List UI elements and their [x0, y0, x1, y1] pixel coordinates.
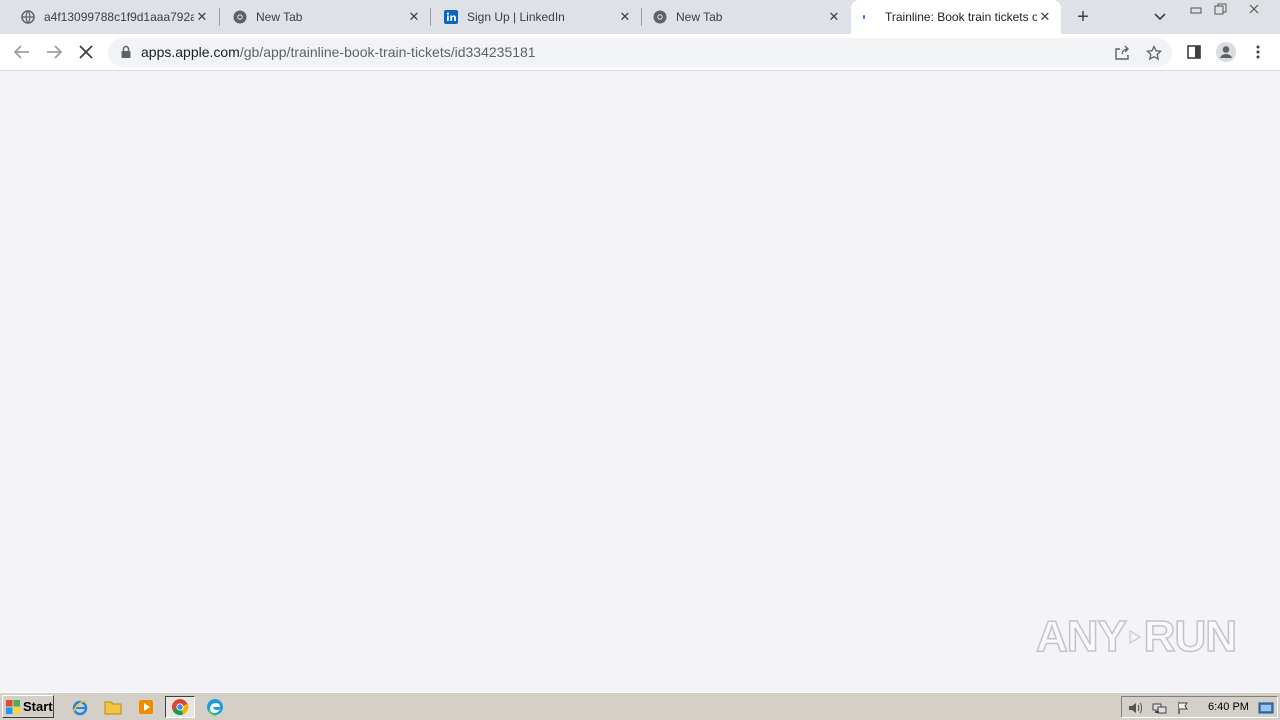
stop-loading-icon[interactable]: [74, 40, 98, 64]
new-tab-button[interactable]: +: [1072, 6, 1094, 28]
windows-taskbar: Start 6:40 PM: [0, 692, 1280, 720]
media-player-icon[interactable]: [134, 696, 158, 718]
close-window-icon[interactable]: [1241, 0, 1267, 18]
taskbar-clock[interactable]: 6:40 PM: [1208, 701, 1249, 713]
chrome-icon: [652, 9, 668, 25]
start-label: Start: [23, 699, 53, 714]
close-tab-icon[interactable]: ✕: [1037, 9, 1053, 25]
browser-toolbar: apps.apple.com/gb/app/trainline-book-tra…: [0, 34, 1280, 71]
anyrun-watermark: ANY RUN: [1035, 605, 1238, 669]
tab-title: Trainline: Book train tickets on: [885, 10, 1037, 24]
tab-title: Sign Up | LinkedIn: [467, 10, 565, 24]
tab-5-active[interactable]: Trainline: Book train tickets on ✕: [851, 0, 1061, 34]
edge-icon[interactable]: [203, 696, 227, 718]
system-tray: 6:40 PM: [1121, 696, 1278, 718]
tab-search-chevron-icon[interactable]: [1150, 8, 1170, 26]
back-arrow-icon[interactable]: [10, 40, 34, 64]
page-content: [0, 72, 1280, 692]
restore-icon[interactable]: [1208, 0, 1234, 18]
tab-title: New Tab: [676, 10, 723, 24]
kebab-menu-icon[interactable]: [1246, 40, 1270, 64]
action-center-flag-icon[interactable]: [1176, 700, 1192, 716]
watermark-text-right: RUN: [1143, 611, 1238, 662]
windows-logo-icon: [6, 699, 20, 714]
linkedin-icon: [443, 9, 459, 25]
file-explorer-icon[interactable]: [101, 696, 125, 718]
forward-arrow-icon[interactable]: [42, 40, 66, 64]
minimize-icon[interactable]: [1183, 0, 1209, 18]
start-button[interactable]: Start: [2, 695, 54, 718]
globe-icon: [20, 9, 36, 25]
address-bar[interactable]: apps.apple.com/gb/app/trainline-book-tra…: [108, 38, 1172, 67]
url-host: apps.apple.com: [141, 44, 240, 60]
chrome-taskbar-icon[interactable]: [165, 696, 195, 718]
tab-title: New Tab: [256, 10, 303, 24]
close-tab-icon[interactable]: ✕: [406, 9, 422, 25]
side-panel-icon[interactable]: [1182, 40, 1206, 64]
close-tab-icon[interactable]: ✕: [826, 9, 842, 25]
url-path: /gb/app/trainline-book-train-tickets/id3…: [239, 44, 536, 60]
tab-title: a4f13099788c1f9d1aaa792ad: [44, 10, 194, 24]
tab-strip: a4f13099788c1f9d1aaa792ad ✕ New Tab ✕ Si…: [0, 0, 1280, 34]
network-icon[interactable]: [1152, 700, 1168, 716]
tab-3[interactable]: Sign Up | LinkedIn ✕: [431, 0, 641, 34]
close-tab-icon[interactable]: ✕: [617, 9, 633, 25]
lock-icon[interactable]: [120, 45, 134, 59]
tab-2[interactable]: New Tab ✕: [220, 0, 430, 34]
chrome-icon: [232, 9, 248, 25]
tab-1[interactable]: a4f13099788c1f9d1aaa792ad ✕: [0, 0, 218, 34]
tab-4[interactable]: New Tab ✕: [642, 0, 850, 34]
url-text[interactable]: apps.apple.com/gb/app/trainline-book-tra…: [141, 44, 536, 60]
show-desktop-icon[interactable]: [1258, 700, 1274, 716]
close-tab-icon[interactable]: ✕: [194, 9, 210, 25]
profile-avatar-icon[interactable]: [1214, 40, 1238, 64]
volume-icon[interactable]: [1128, 700, 1144, 716]
play-logo-icon: [1129, 629, 1142, 645]
share-icon[interactable]: [1111, 42, 1133, 64]
loading-icon: [861, 9, 877, 25]
internet-explorer-icon[interactable]: [68, 696, 92, 718]
bookmark-star-icon[interactable]: [1143, 42, 1165, 64]
watermark-text-left: ANY: [1035, 611, 1127, 662]
